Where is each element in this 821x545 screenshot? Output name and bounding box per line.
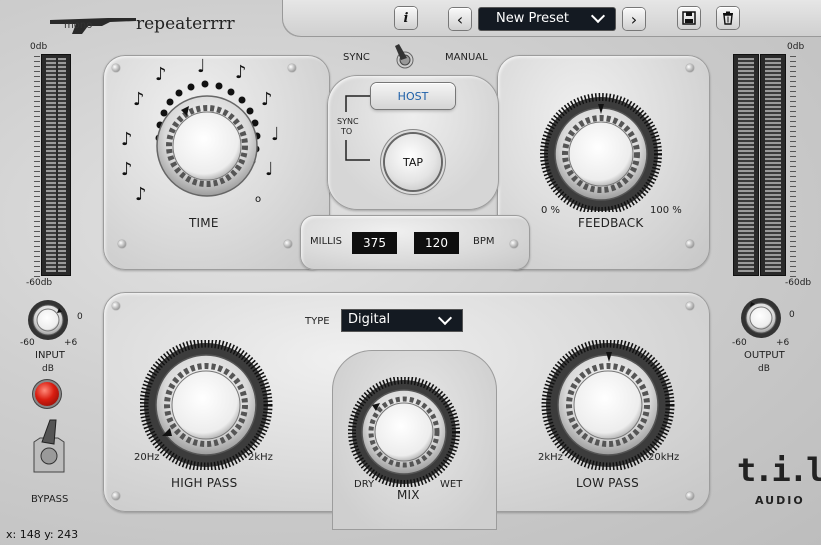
svg-text:♪: ♪ — [155, 64, 167, 85]
floppy-icon — [682, 11, 696, 25]
svg-text:♩: ♩ — [265, 159, 274, 180]
mix-label: MIX — [397, 488, 420, 502]
input-meter-ticks — [34, 56, 40, 278]
chevron-down-icon — [437, 310, 453, 326]
audio-logo: AUDIO — [755, 494, 805, 507]
sync-toggle[interactable] — [387, 42, 423, 76]
input-knob[interactable] — [24, 298, 74, 342]
type-value: Digital — [348, 312, 391, 327]
svg-text:♪: ♪ — [121, 129, 133, 150]
feedback-label: FEEDBACK — [578, 216, 644, 230]
info-button[interactable]: i — [395, 7, 417, 29]
input-meter — [41, 54, 71, 276]
feedback-min-label: 0 % — [541, 205, 561, 216]
manual-label: MANUAL — [445, 52, 488, 63]
type-dropdown[interactable]: Digital — [342, 310, 462, 331]
output-min-label: -60 — [732, 338, 747, 348]
input-meter-bottom-label: -60db — [26, 278, 53, 288]
rifle-logo-icon — [50, 18, 136, 34]
cursor-status: x: 148 y: 243 — [6, 528, 79, 541]
output-knob[interactable] — [737, 296, 787, 340]
svg-text:o: o — [255, 194, 261, 205]
svg-text:♪: ♪ — [261, 89, 273, 110]
highpass-knob[interactable] — [140, 340, 275, 470]
svg-text:♩: ♩ — [197, 56, 206, 77]
lowpass-label: LOW PASS — [576, 476, 639, 490]
host-button[interactable]: HOST — [371, 83, 455, 109]
tap-button[interactable]: TAP — [385, 134, 441, 190]
lowpass-max-label: 20kHz — [648, 452, 680, 463]
brand-name: repeaterrrr — [136, 14, 235, 34]
bpm-value[interactable]: 120 — [414, 232, 459, 254]
output-meter-top-label: 0db — [787, 42, 805, 52]
svg-text:♪: ♪ — [235, 62, 247, 83]
lowpass-knob[interactable] — [540, 340, 675, 470]
output-meter-bottom-label: -60db — [785, 278, 812, 288]
trash-icon — [723, 11, 733, 25]
output-meter-left — [733, 54, 759, 276]
preset-dropdown[interactable]: New Preset — [479, 8, 615, 30]
lowpass-min-label: 2kHz — [538, 452, 563, 463]
svg-text:♪: ♪ — [121, 159, 133, 180]
output-meter-ticks — [790, 56, 796, 278]
brand-mono: mono — [64, 20, 93, 31]
input-meter-top-label: 0db — [30, 42, 48, 52]
prev-preset-button[interactable]: ‹ — [449, 8, 471, 30]
output-mid-label: 0 — [789, 310, 795, 320]
mix-knob[interactable] — [348, 377, 460, 487]
chevron-down-icon — [590, 8, 606, 24]
time-label: TIME — [189, 216, 219, 230]
output-meter-right — [760, 54, 786, 276]
bypass-led — [35, 382, 59, 406]
highpass-min-label: 20Hz — [134, 452, 160, 463]
millis-label: MILLIS — [310, 236, 343, 247]
save-button[interactable] — [678, 7, 700, 29]
time-knob[interactable]: ♪♪♪ ♪♪ ♩ ♪♪♩ ♩o — [115, 50, 315, 220]
highpass-max-label: 2kHz — [248, 452, 273, 463]
bpm-label: BPM — [473, 236, 495, 247]
feedback-knob[interactable] — [536, 92, 666, 212]
output-max-label: +6 — [776, 338, 790, 348]
svg-text:♩: ♩ — [271, 124, 280, 145]
output-unit-label: dB — [758, 364, 770, 374]
input-mid-label: 0 — [77, 312, 83, 322]
svg-text:♪: ♪ — [133, 89, 145, 110]
mix-max-label: WET — [440, 479, 463, 490]
sync-label: SYNC — [343, 52, 370, 63]
millis-value[interactable]: 375 — [352, 232, 397, 254]
plugin-window: mono repeaterrrr i ‹ New Preset › 0db -6… — [0, 0, 821, 545]
input-min-label: -60 — [20, 338, 35, 348]
tilt-logo: t.i.l.t — [737, 451, 821, 489]
input-label: INPUT — [35, 350, 65, 361]
svg-text:♪: ♪ — [135, 184, 147, 205]
input-unit-label: dB — [42, 364, 54, 374]
highpass-label: HIGH PASS — [171, 476, 238, 490]
delete-button[interactable] — [717, 7, 739, 29]
output-label: OUTPUT — [744, 350, 785, 361]
bypass-toggle[interactable] — [30, 418, 68, 476]
input-max-label: +6 — [64, 338, 78, 348]
next-preset-button[interactable]: › — [623, 8, 645, 30]
type-label: TYPE — [305, 316, 330, 327]
preset-name: New Preset — [496, 11, 570, 26]
mix-min-label: DRY — [354, 479, 375, 490]
feedback-max-label: 100 % — [650, 205, 682, 216]
bypass-label: BYPASS — [31, 494, 69, 505]
